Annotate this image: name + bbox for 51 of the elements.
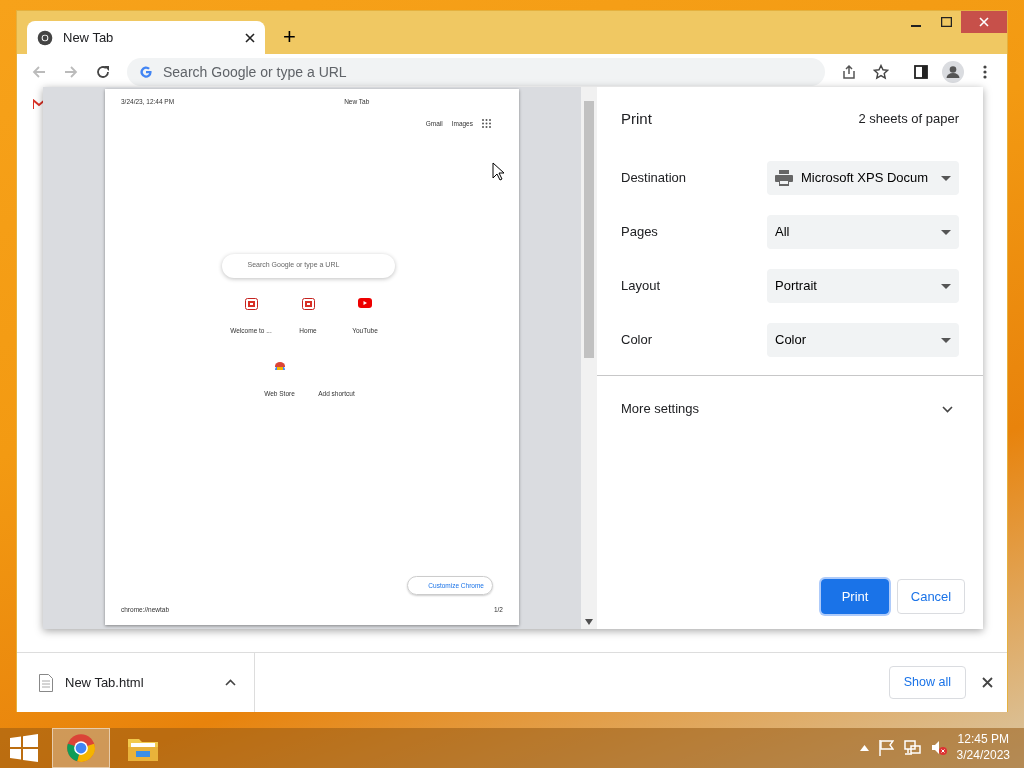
show-hidden-icons-button[interactable] bbox=[859, 745, 869, 751]
close-icon[interactable] bbox=[982, 677, 993, 688]
new-tab-button[interactable]: + bbox=[279, 26, 300, 48]
file-icon bbox=[39, 673, 53, 692]
back-arrow-icon bbox=[31, 63, 47, 80]
setting-label: Layout bbox=[621, 277, 661, 296]
dropdown[interactable]: Color bbox=[767, 323, 959, 357]
caret-icon bbox=[941, 337, 951, 343]
more-settings-toggle[interactable]: More settings bbox=[597, 382, 983, 436]
clock-date: 3/24/2023 bbox=[956, 748, 1010, 764]
network-icon[interactable] bbox=[903, 740, 921, 756]
apps-icon bbox=[482, 119, 491, 129]
chrome-icon bbox=[37, 29, 53, 46]
tab-title: New Tab bbox=[63, 28, 114, 47]
dropdown[interactable]: All bbox=[767, 215, 959, 249]
caret-icon bbox=[941, 283, 951, 289]
chevron-icon bbox=[942, 405, 953, 413]
setting-label: Pages bbox=[621, 223, 658, 242]
caret-icon bbox=[941, 229, 951, 235]
scroll-down-icon[interactable] bbox=[585, 619, 593, 625]
download-filename: New Tab.html bbox=[65, 673, 144, 692]
setting-label: Destination bbox=[621, 169, 687, 188]
print-button[interactable]: Print bbox=[821, 578, 889, 614]
site-icon bbox=[301, 297, 315, 312]
caret-icon bbox=[941, 175, 951, 181]
google-icon bbox=[139, 64, 153, 79]
dropdown[interactable]: Microsoft XPS Docum bbox=[767, 161, 959, 195]
forward-arrow-icon bbox=[63, 63, 79, 80]
flag-icon[interactable] bbox=[878, 740, 894, 756]
printer-icon bbox=[775, 170, 793, 186]
cancel-button[interactable]: Cancel bbox=[897, 578, 965, 614]
reload-icon bbox=[95, 63, 111, 80]
sheet-count: 2 sheets of paper bbox=[858, 110, 959, 129]
show-all-button[interactable]: Show all bbox=[888, 666, 966, 699]
chrome-taskbar-button[interactable] bbox=[52, 728, 110, 768]
muted-speaker-icon[interactable] bbox=[930, 740, 947, 756]
scrollbar[interactable] bbox=[581, 87, 597, 629]
clock-time: 12:45 PM bbox=[956, 732, 1010, 748]
site-icon bbox=[244, 297, 258, 312]
minimize-icon bbox=[911, 25, 921, 27]
setting-label: Color bbox=[621, 331, 653, 350]
maximize-icon bbox=[940, 17, 952, 27]
chevron-icon[interactable] bbox=[225, 679, 236, 686]
dropdown[interactable]: Portrait bbox=[767, 269, 959, 303]
dialog-title: Print bbox=[621, 108, 652, 129]
chrome-icon bbox=[66, 733, 96, 763]
windows-start-icon[interactable] bbox=[10, 734, 38, 762]
cursor-icon bbox=[492, 162, 505, 181]
close-tab-icon[interactable] bbox=[245, 32, 255, 43]
browser-tab[interactable]: New Tab bbox=[27, 21, 265, 54]
close-icon bbox=[979, 17, 989, 27]
